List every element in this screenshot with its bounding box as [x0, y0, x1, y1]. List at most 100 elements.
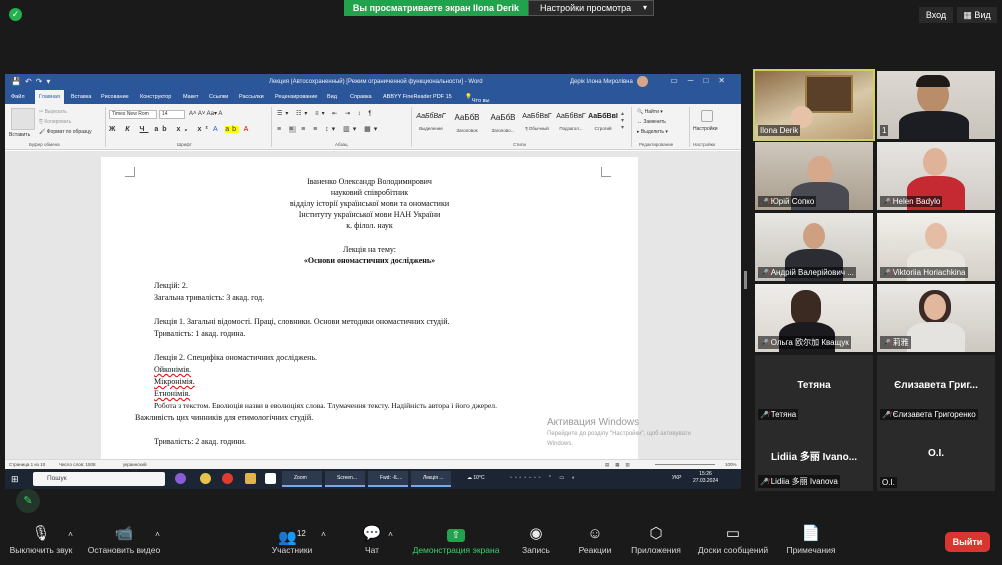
- participant-tile[interactable]: 🎤̸ Ольга 欧尔加 Кващук: [755, 284, 873, 352]
- participant-tile[interactable]: 🎤̸ Юрій Сопко: [755, 142, 873, 210]
- notes-button[interactable]: 📄 Примечания: [783, 525, 839, 555]
- whiteboards-button[interactable]: ▭ Доски сообщений: [694, 525, 772, 555]
- font-color-buttons[interactable]: A ab A: [213, 126, 251, 133]
- cut-button[interactable]: ✂ Вырезать: [39, 109, 67, 115]
- chevron-up-icon[interactable]: ˄: [388, 529, 393, 539]
- taskbar-search[interactable]: Пошук: [33, 472, 165, 486]
- word-title-bar: 💾↶↷▾ Лекция (Автосохраненный) [Режим огр…: [5, 74, 741, 90]
- taskbar-app-mail[interactable]: Fwd: -IL...: [368, 471, 408, 487]
- tab-mailings[interactable]: Рассылки: [239, 94, 264, 100]
- style-emphasis[interactable]: АаБбВвГ Выделение: [413, 109, 449, 137]
- tab-layout[interactable]: Макет: [183, 94, 199, 100]
- view-settings-dropdown[interactable]: Настройки просмотра ▾: [528, 0, 654, 16]
- participant-tile[interactable]: 🎤̸ Helen Badylo: [877, 142, 995, 210]
- tab-insert[interactable]: Вставка: [71, 94, 91, 100]
- tab-references[interactable]: Ссылки: [209, 94, 228, 100]
- document-page[interactable]: Іваненко Олександр Володимирович наукови…: [101, 157, 638, 459]
- find-button[interactable]: 🔍 Найти ▾: [637, 109, 663, 115]
- paste-icon[interactable]: [11, 108, 35, 130]
- chrome-icon[interactable]: [200, 473, 211, 484]
- tray-icons[interactable]: ▫▫▫▫▫▫▫ ⌃ ▭ ◖: [510, 475, 578, 481]
- participant-tile[interactable]: 1: [877, 71, 995, 139]
- clock[interactable]: 15:26 27.03.2024: [693, 471, 718, 485]
- taskbar-app-zoom[interactable]: Zoom: [282, 471, 322, 487]
- style-subtitle[interactable]: АаБбВвГ Подзагол...: [553, 109, 589, 137]
- folder-icon[interactable]: [245, 473, 256, 484]
- copy-button[interactable]: ⎘ Копировать: [39, 119, 71, 125]
- align-buttons[interactable]: ≡ ≡ ≡ ≡ ↕▾ ▥▾ ▦▾: [277, 125, 380, 133]
- style-heading1[interactable]: АаБбВ Заголовок: [449, 109, 485, 137]
- participant-tile[interactable]: 🎤̸ Viktoriia Horiachkina: [877, 213, 995, 281]
- weather[interactable]: ☁ 10°C: [467, 475, 485, 481]
- user-avatar[interactable]: [637, 76, 648, 87]
- app-icon[interactable]: [175, 473, 186, 484]
- participant-tile[interactable]: О.І. О.І.: [877, 423, 995, 491]
- zoom-toolbar: 🎙 Выключить звук ˄ 📹 Остановить видео ˄ …: [0, 517, 1002, 565]
- participant-tile[interactable]: 🎤̸ 莉雅: [877, 284, 995, 352]
- participant-name: 🎤̸ Lidiia 多丽 Ivanova: [758, 475, 840, 488]
- styles-scroll-icon[interactable]: ▴ ▾ ▾: [621, 110, 624, 131]
- tab-draw[interactable]: Рисование: [101, 94, 129, 100]
- app-icon[interactable]: [265, 473, 276, 484]
- enter-button[interactable]: Вход: [919, 7, 953, 23]
- windows-start-icon[interactable]: ⊞: [11, 474, 21, 484]
- font-size-buttons[interactable]: A˄ A˅ Aa▾ A: [189, 110, 222, 117]
- zoom-slider[interactable]: [655, 464, 715, 465]
- participant-tile[interactable]: Lidiia 多丽 Ivano... 🎤̸ Lidiia 多丽 Ivanova: [755, 423, 873, 491]
- chat-button[interactable]: 💬 Чат: [360, 525, 384, 555]
- stop-video-button[interactable]: 📹 Остановить видео: [84, 525, 164, 555]
- select-button[interactable]: ▸ Выделить ▾: [637, 129, 668, 135]
- page-count[interactable]: Страница 1 из 10: [9, 462, 45, 467]
- font-name-select[interactable]: Times New Rom: [109, 110, 157, 119]
- style-strong[interactable]: АаБбВвI Строгий: [587, 109, 619, 137]
- word-count[interactable]: Число слов: 1508: [59, 462, 96, 467]
- language[interactable]: украинский: [123, 462, 146, 467]
- style-normal[interactable]: АаБбВвГ ¶ Обычный: [519, 109, 555, 137]
- tab-file[interactable]: Файл: [11, 94, 25, 100]
- security-shield-icon[interactable]: ✓: [9, 8, 22, 21]
- replace-button[interactable]: ↔ Заменить: [637, 119, 666, 125]
- format-painter-button[interactable]: 🖌 Формат по образцу: [39, 129, 92, 135]
- panel-resize-handle[interactable]: [744, 271, 747, 289]
- participants-button[interactable]: 👥12 Участники: [268, 525, 316, 555]
- list-buttons[interactable]: ☰▾ ☷▾ ≡▾ ⇤ ⇥ ↕ ¶: [277, 110, 375, 117]
- tab-view[interactable]: Вид: [327, 94, 337, 100]
- settings-button[interactable]: Настройки: [693, 126, 718, 132]
- paste-button[interactable]: Вставить: [9, 132, 30, 138]
- participant-tile[interactable]: Ilona Derik: [755, 71, 873, 139]
- share-screen-button[interactable]: ⇧ Демонстрация экрана: [410, 525, 502, 555]
- tell-me-search[interactable]: 💡 Что вы хотите сделать?: [465, 94, 495, 116]
- taskbar-app-word[interactable]: Лекція ...: [411, 471, 451, 487]
- quick-access-icons[interactable]: 💾↶↷▾: [11, 77, 54, 86]
- chevron-up-icon[interactable]: ˄: [155, 529, 160, 539]
- taskbar-app-screen[interactable]: Screen...: [325, 471, 365, 487]
- font-size-select[interactable]: 14: [159, 110, 185, 119]
- chevron-up-icon[interactable]: ˄: [321, 529, 326, 539]
- tab-help[interactable]: Справка: [350, 94, 372, 100]
- reactions-button[interactable]: ☺ Реакции: [576, 525, 614, 555]
- participant-tile[interactable]: Тетяна 🎤̸ Тетяна: [755, 355, 873, 423]
- tab-design[interactable]: Конструктор: [140, 94, 171, 100]
- yandex-icon[interactable]: [222, 473, 233, 484]
- apps-button[interactable]: ⬡ Приложения: [628, 525, 684, 555]
- record-button[interactable]: ◉ Запись: [520, 525, 552, 555]
- annotate-pencil-icon[interactable]: ✎: [16, 489, 40, 513]
- leave-button[interactable]: Выйти: [945, 532, 990, 552]
- window-controls[interactable]: ▭─□✕: [670, 76, 735, 85]
- tab-home[interactable]: Главная: [35, 90, 64, 104]
- zoom-level[interactable]: 100%: [725, 462, 737, 467]
- style-heading2[interactable]: АаБбВ Заголово...: [485, 109, 521, 137]
- shared-screen[interactable]: 💾↶↷▾ Лекция (Автосохраненный) [Режим огр…: [5, 74, 741, 489]
- participant-tile[interactable]: 🎤̸ Андрій Валерійович ...: [755, 213, 873, 281]
- tab-abbyy[interactable]: ABBYY FineReader PDF 15: [383, 94, 452, 100]
- participant-tile[interactable]: Єлизавета Григ... 🎤̸ Єлизавета Григоренко: [877, 355, 995, 423]
- font-format-buttons[interactable]: Ж К Ч ab x₂ x²: [109, 126, 212, 133]
- tab-review[interactable]: Рецензирование: [275, 94, 317, 100]
- mute-button[interactable]: 🎙 Выключить звук: [6, 525, 76, 555]
- view-button[interactable]: ▦ Вид: [957, 7, 997, 23]
- view-mode-icons[interactable]: ▤▦▥: [605, 462, 636, 468]
- settings-icon[interactable]: [701, 110, 713, 122]
- chevron-up-icon[interactable]: ˄: [68, 529, 73, 539]
- document-area[interactable]: Іваненко Олександр Володимирович наукови…: [5, 151, 741, 459]
- keyboard-language[interactable]: УКР: [672, 475, 681, 481]
